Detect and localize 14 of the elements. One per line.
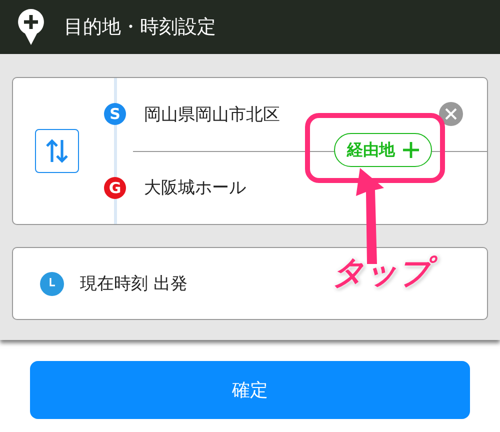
tap-annotation: タップ (324, 246, 439, 300)
close-icon (445, 108, 457, 120)
add-pin-icon (16, 7, 46, 47)
clear-button[interactable] (439, 102, 463, 126)
location-pin-icon: G (104, 176, 126, 199)
location-name[interactable]: 大阪城ホール (144, 176, 246, 200)
swap-button[interactable] (35, 129, 79, 173)
plus-icon (403, 142, 419, 158)
location-pin-icon: S (104, 103, 126, 126)
departure-time-label: 現在時刻 出発 (80, 273, 188, 295)
swap-arrows-icon (45, 138, 69, 164)
location-name[interactable]: 岡山県岡山市北区 (144, 102, 280, 126)
screen-title: 目的地・時刻設定 (64, 15, 216, 40)
clock-icon (40, 272, 64, 296)
